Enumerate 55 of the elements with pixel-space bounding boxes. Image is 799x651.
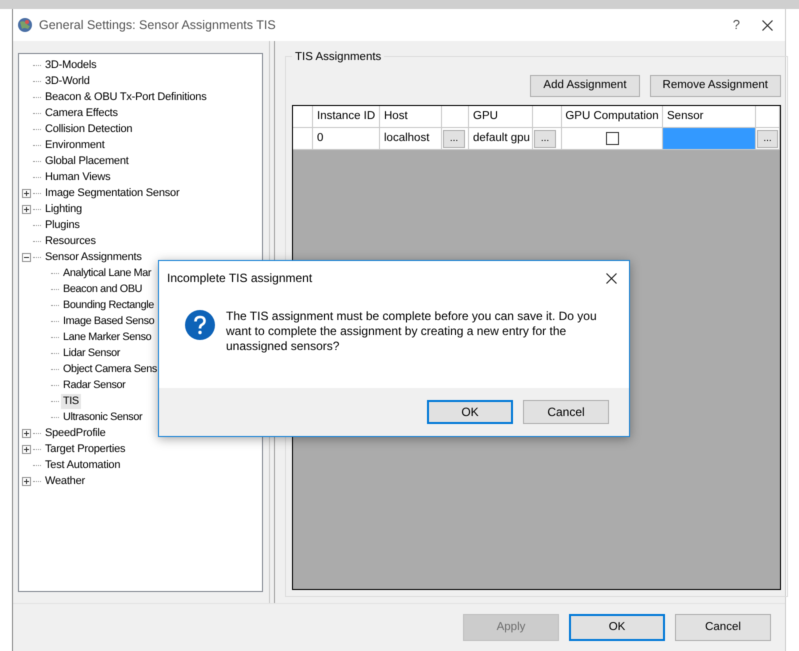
- cancel-button[interactable]: Cancel: [523, 400, 609, 424]
- tree-item[interactable]: Collision Detection: [43, 122, 134, 136]
- tree-item[interactable]: Weather: [43, 474, 87, 488]
- ellipsis-button[interactable]: ...: [443, 130, 465, 148]
- tree-item[interactable]: Radar Sensor: [61, 378, 128, 392]
- window-title: General Settings: Sensor Assignments TIS: [39, 16, 276, 34]
- app-globe-icon: [17, 17, 33, 33]
- expand-icon[interactable]: [22, 428, 31, 438]
- close-icon[interactable]: [606, 272, 617, 284]
- tree-item[interactable]: Lane Marker Senso: [61, 330, 154, 344]
- tree-item[interactable]: Beacon and OBU: [61, 282, 144, 296]
- dialog-title: Incomplete TIS assignment: [167, 270, 312, 287]
- tree-item[interactable]: Bounding Rectangle: [61, 298, 156, 312]
- tree-item[interactable]: Environment: [43, 138, 107, 152]
- tree-item[interactable]: Image Segmentation Sensor: [43, 186, 182, 200]
- tree-item[interactable]: 3D-Models: [43, 58, 98, 72]
- tree-item[interactable]: Test Automation: [43, 458, 122, 472]
- tree-item[interactable]: Beacon & OBU Tx-Port Definitions: [43, 90, 209, 104]
- expand-icon[interactable]: [22, 444, 31, 454]
- tree-item[interactable]: 3D-World: [43, 74, 92, 88]
- assignment-button[interactable]: Remove Assignment: [650, 75, 781, 97]
- collapse-icon[interactable]: [22, 252, 31, 262]
- checkbox[interactable]: [606, 132, 618, 145]
- expand-icon[interactable]: [22, 204, 31, 214]
- ellipsis-button[interactable]: ...: [534, 130, 556, 148]
- question-icon: [184, 309, 216, 341]
- tree-item[interactable]: Human Views: [43, 170, 112, 184]
- table-cell[interactable]: 0: [313, 128, 380, 150]
- tree-item[interactable]: Lidar Sensor: [61, 346, 122, 360]
- table-cell[interactable]: localhost: [380, 128, 442, 150]
- tree-item[interactable]: Object Camera Sens: [61, 362, 159, 376]
- tree-item[interactable]: TIS: [61, 394, 81, 408]
- tree-item[interactable]: Resources: [43, 234, 98, 248]
- assignment-button[interactable]: Add Assignment: [530, 75, 640, 97]
- tree-item[interactable]: Sensor Assignments: [43, 250, 144, 264]
- tree-item[interactable]: Plugins: [43, 218, 82, 232]
- ok-button[interactable]: OK: [569, 614, 665, 641]
- tree-item[interactable]: Camera Effects: [43, 106, 120, 120]
- ok-button[interactable]: OK: [427, 400, 513, 424]
- expand-icon[interactable]: [22, 476, 31, 486]
- table-cell[interactable]: default gpu: [469, 128, 533, 150]
- dialog-message: The TIS assignment must be complete before you can save it. Do you want to complete the assignment by creating a new entry for the unassigned sensors?: [226, 309, 598, 355]
- tree-item[interactable]: Analytical Lane Mar: [61, 266, 154, 280]
- tree-item[interactable]: Global Placement: [43, 154, 131, 168]
- close-icon[interactable]: [762, 20, 773, 30]
- expand-icon[interactable]: [22, 188, 31, 198]
- tree-item[interactable]: Image Based Senso: [61, 314, 156, 328]
- tree-item[interactable]: Target Properties: [43, 442, 128, 456]
- tree-item[interactable]: SpeedProfile: [43, 426, 108, 440]
- help-button[interactable]: ?: [716, 15, 756, 35]
- selected-cell[interactable]: [663, 128, 756, 150]
- tree-item[interactable]: Lighting: [43, 202, 84, 216]
- tree-item[interactable]: Ultrasonic Sensor: [61, 410, 144, 424]
- cancel-button[interactable]: Cancel: [675, 614, 771, 641]
- ellipsis-button[interactable]: ...: [757, 130, 778, 148]
